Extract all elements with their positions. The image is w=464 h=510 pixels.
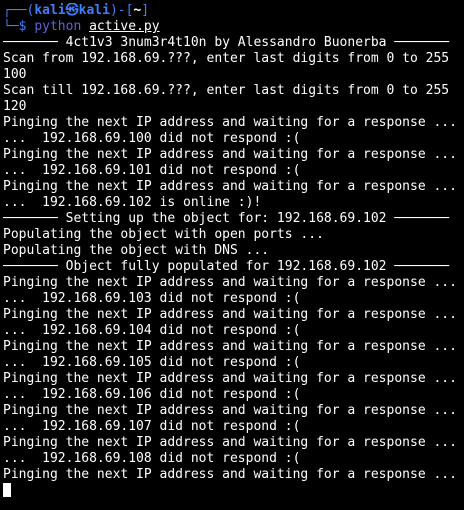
output-line: 100 xyxy=(3,67,27,82)
output-line: Scan from 192.168.69.???, enter last dig… xyxy=(3,51,450,66)
output-line: Pinging the next IP address and waiting … xyxy=(3,371,457,386)
output-line: Populating the object with DNS ... xyxy=(3,243,270,258)
output-line: Scan till 192.168.69.???, enter last dig… xyxy=(3,83,450,98)
prompt-line-top: ┌──(kali㉿kali)-[~] xyxy=(3,3,464,19)
output-line: ─────── Object fully populated for 192.1… xyxy=(3,259,450,274)
text-cursor xyxy=(3,483,11,497)
output-line: ─────── Setting up the object for: 192.1… xyxy=(3,211,450,226)
output-line: ... 192.168.69.104 did not respond :( xyxy=(3,323,301,338)
output-line: ... 192.168.69.106 did not respond :( xyxy=(3,387,301,402)
output-line: 120 xyxy=(3,99,27,114)
output-line: ... 192.168.69.101 did not respond :( xyxy=(3,163,301,178)
output-line: ... 192.168.69.105 did not respond :( xyxy=(3,355,301,370)
prompt-frame-top: ┌──( xyxy=(3,3,35,18)
prompt-dir-close: ] xyxy=(141,3,150,18)
output-line: Pinging the next IP address and waiting … xyxy=(3,147,457,162)
output-line: Pinging the next IP address and waiting … xyxy=(3,179,457,194)
prompt-user-host: kali㉿kali xyxy=(34,3,110,18)
output-line: ... 192.168.69.100 did not respond :( xyxy=(3,131,301,146)
command-name: python xyxy=(34,19,82,34)
prompt-separator: )-[ xyxy=(109,3,134,18)
output-line: Pinging the next IP address and waiting … xyxy=(3,403,457,418)
prompt-line-command: └─$ python active.py xyxy=(3,19,464,35)
output-line: Pinging the next IP address and waiting … xyxy=(3,275,457,290)
terminal-window[interactable]: ┌──(kali㉿kali)-[~] └─$ python active.py … xyxy=(0,0,464,510)
output-line: ─────── 4ct1v3 3num3r4t10n by Alessandro… xyxy=(3,35,450,50)
output-line: Pinging the next IP address and waiting … xyxy=(3,467,457,482)
cursor-line[interactable] xyxy=(3,483,464,499)
output-line: ... 192.168.69.107 did not respond :( xyxy=(3,419,301,434)
output-line: Pinging the next IP address and waiting … xyxy=(3,435,457,450)
command-argument[interactable]: active.py xyxy=(89,19,159,34)
output-line: Pinging the next IP address and waiting … xyxy=(3,307,457,322)
output-line: ... 192.168.69.102 is online :)! xyxy=(3,195,262,210)
output-line: Populating the object with open ports ..… xyxy=(3,227,324,242)
output-line: ... 192.168.69.108 did not respond :( xyxy=(3,451,301,466)
output-line: Pinging the next IP address and waiting … xyxy=(3,115,457,130)
prompt-frame-bottom: └─$ xyxy=(3,19,35,34)
output-line: Pinging the next IP address and waiting … xyxy=(3,339,457,354)
output-line: ... 192.168.69.103 did not respond :( xyxy=(3,291,301,306)
terminal-output: ─────── 4ct1v3 3num3r4t10n by Alessandro… xyxy=(3,35,464,483)
